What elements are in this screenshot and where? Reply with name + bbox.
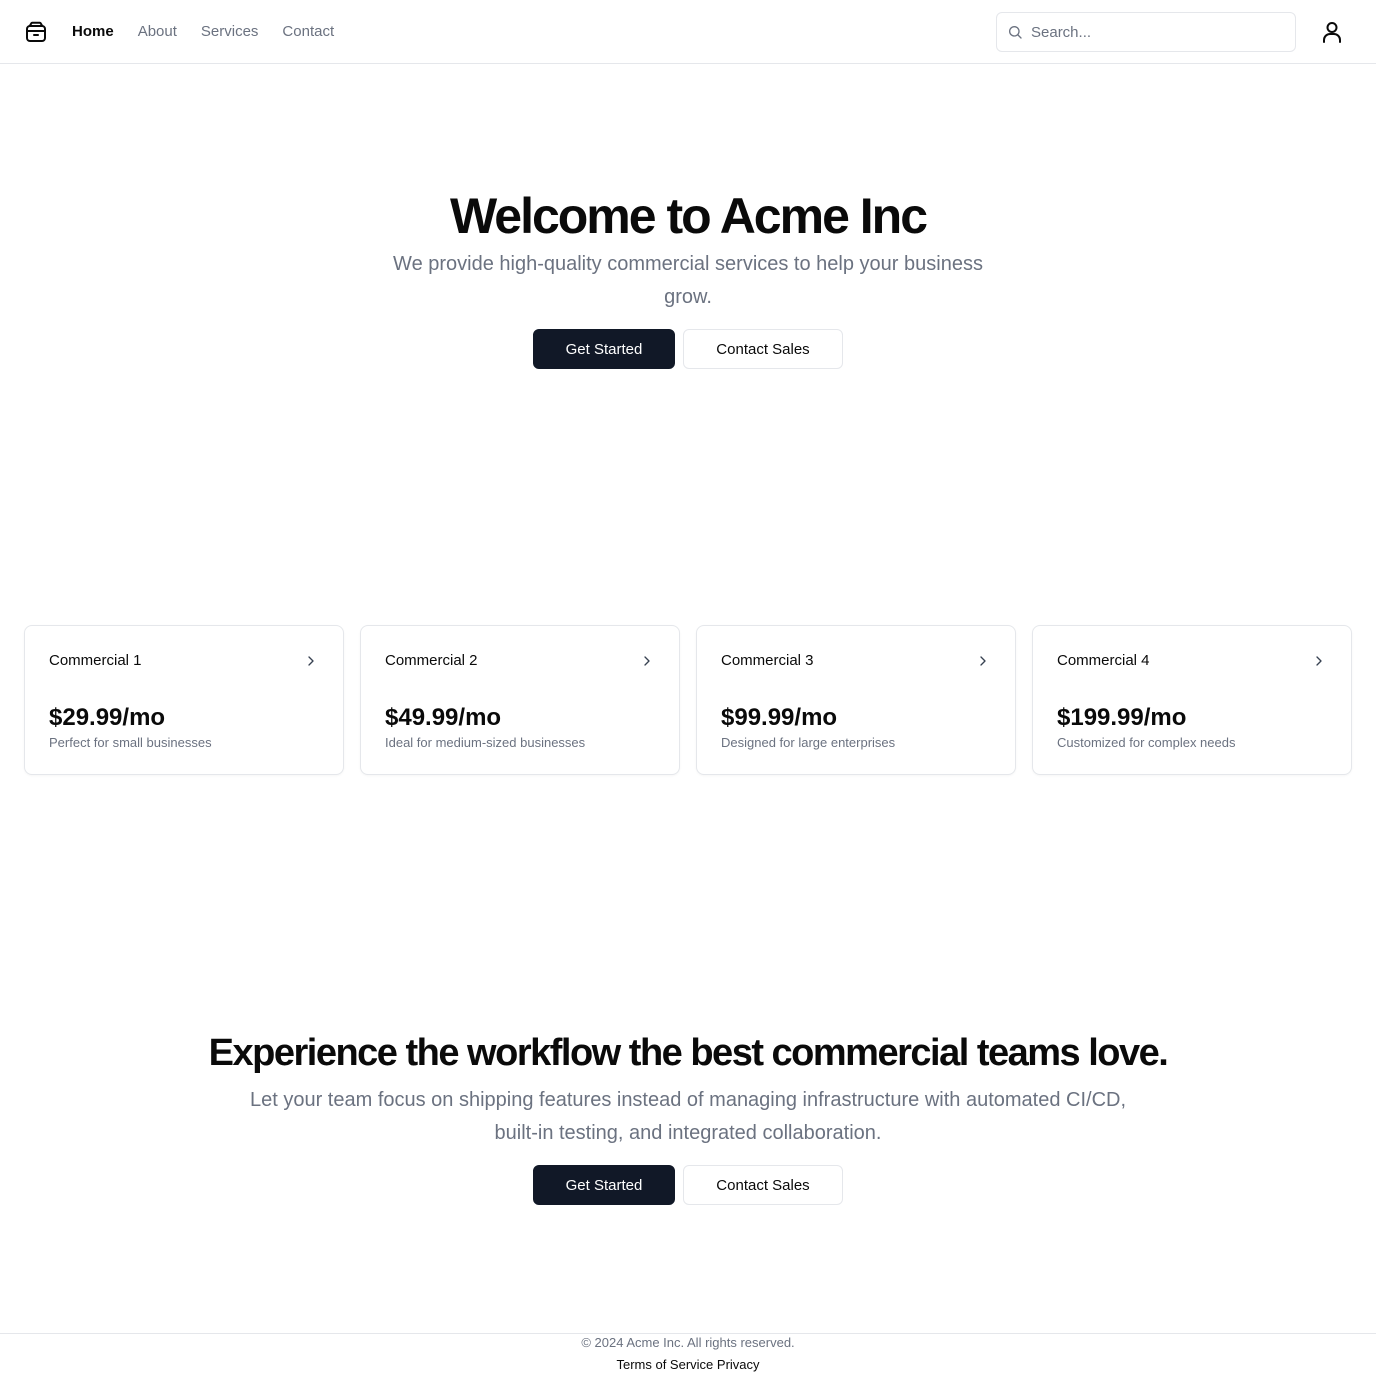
- card-title: Commercial 2: [385, 652, 478, 669]
- chevron-right-icon[interactable]: [975, 653, 991, 669]
- hero-title: Welcome to Acme Inc: [449, 188, 928, 244]
- contact-sales-button[interactable]: Contact Sales: [683, 329, 843, 369]
- privacy-link[interactable]: Privacy: [717, 1357, 760, 1372]
- card-description: Customized for complex needs: [1057, 735, 1236, 750]
- get-started-button[interactable]: Get Started: [533, 329, 675, 369]
- cta-title: Experience the workflow the best commerc…: [208, 1032, 1169, 1074]
- card-description: Ideal for medium-sized businesses: [385, 735, 586, 750]
- card-price: $99.99/mo: [721, 704, 838, 731]
- search-box[interactable]: [996, 12, 1296, 52]
- card-price: $199.99/mo: [1057, 704, 1187, 731]
- cta-actions: Get Started Contact Sales: [533, 1165, 843, 1205]
- package-icon[interactable]: [24, 20, 48, 44]
- user-icon[interactable]: [1320, 20, 1344, 44]
- search-input[interactable]: [1031, 23, 1281, 41]
- pricing-card[interactable]: Commercial 1 $29.99/mo Perfect for small…: [24, 625, 344, 775]
- pricing-card[interactable]: Commercial 2 $49.99/mo Ideal for medium-…: [360, 625, 680, 775]
- hero-subtitle: We provide high-quality commercial servi…: [393, 253, 983, 308]
- nav-services[interactable]: Services: [201, 22, 259, 42]
- card-title: Commercial 3: [721, 652, 814, 669]
- card-title: Commercial 1: [49, 652, 142, 669]
- cta-subtitle: Let your team focus on shipping features…: [249, 1089, 1127, 1144]
- chevron-right-icon[interactable]: [1311, 653, 1327, 669]
- site-footer: © 2024 Acme Inc. All rights reserved. Te…: [0, 1333, 1376, 1374]
- hero-actions: Get Started Contact Sales: [533, 329, 843, 369]
- contact-sales-button[interactable]: Contact Sales: [683, 1165, 843, 1205]
- footer-links: Terms of Service Privacy: [0, 1357, 1376, 1373]
- get-started-button[interactable]: Get Started: [533, 1165, 675, 1205]
- card-price: $29.99/mo: [49, 704, 166, 731]
- pricing-card[interactable]: Commercial 4 $199.99/mo Customized for c…: [1032, 625, 1352, 775]
- copyright-text: © 2024 Acme Inc. All rights reserved.: [581, 1335, 795, 1350]
- nav-contact[interactable]: Contact: [282, 22, 334, 42]
- pricing-card[interactable]: Commercial 3 $99.99/mo Designed for larg…: [696, 625, 1016, 775]
- terms-link[interactable]: Terms of Service: [616, 1357, 713, 1372]
- site-header: Home About Services Contact: [0, 0, 1376, 64]
- card-description: Perfect for small businesses: [49, 735, 212, 750]
- main-nav: Home About Services Contact: [72, 22, 334, 42]
- search-icon: [1009, 26, 1022, 39]
- chevron-right-icon[interactable]: [639, 653, 655, 669]
- card-price: $49.99/mo: [385, 704, 502, 731]
- chevron-right-icon[interactable]: [303, 653, 319, 669]
- card-description: Designed for large enterprises: [721, 735, 896, 750]
- nav-about[interactable]: About: [138, 22, 177, 42]
- nav-home[interactable]: Home: [72, 22, 114, 42]
- card-title: Commercial 4: [1057, 652, 1150, 669]
